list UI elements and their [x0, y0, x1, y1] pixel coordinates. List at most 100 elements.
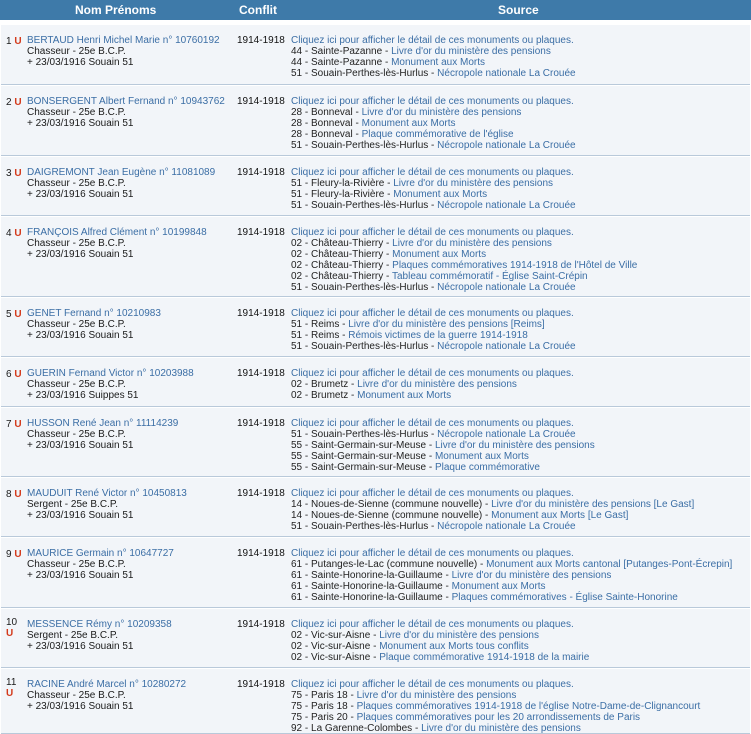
table-row: 9 U MAURICE Germain n° 10647727 Chasseur -…	[1, 537, 750, 608]
source-link[interactable]: Livre d'or du ministère des pensions	[379, 630, 539, 641]
source-link[interactable]: Livre d'or du ministère des pensions	[393, 178, 553, 189]
source-link[interactable]: Livre d'or du ministère des pensions	[357, 690, 517, 701]
details-link[interactable]: Cliquez ici pour afficher le détail de c…	[291, 227, 637, 238]
source-item: 55 - Saint-Germain-sur-Meuse - Monument …	[291, 451, 595, 462]
person-cell: FRANÇOIS Alfred Clément n° 10199848 Chass…	[27, 227, 207, 260]
badge-icon: U	[6, 628, 14, 639]
source-link[interactable]: Monument aux Morts	[435, 451, 529, 462]
source-item: 51 - Souain-Perthes-lès-Hurlus - Nécropo…	[291, 282, 637, 293]
source-item: 75 - Paris 20 - Plaques commémoratives p…	[291, 712, 700, 723]
person-name-link[interactable]: BONSERGENT Albert Fernand n° 10943762	[27, 96, 225, 107]
row-index: 11	[6, 677, 17, 688]
person-rank: Chasseur - 25e B.C.P.	[27, 46, 126, 57]
source-link[interactable]: Monument aux Morts	[392, 249, 486, 260]
source-link[interactable]: Plaque commémorative 1914-1918 de la mai…	[379, 652, 589, 663]
row-number: 6 U	[6, 369, 22, 380]
source-link[interactable]: Nécropole nationale La Crouée	[437, 68, 575, 79]
source-link[interactable]: Livre d'or du ministère des pensions	[391, 46, 551, 57]
source-link[interactable]: Monument aux Morts	[452, 581, 546, 592]
source-link[interactable]: Nécropole nationale La Crouée	[437, 341, 575, 352]
source-link[interactable]: Nécropole nationale La Crouée	[437, 282, 575, 293]
source-link[interactable]: Nécropole nationale La Crouée	[437, 521, 575, 532]
details-link[interactable]: Cliquez ici pour afficher le détail de c…	[291, 368, 574, 379]
source-link[interactable]: Plaques commémoratives - Église Sainte-H…	[452, 592, 678, 603]
source-link[interactable]: Plaques commémoratives 1914-1918 de l'ég…	[357, 701, 701, 712]
source-link[interactable]: Nécropole nationale La Crouée	[437, 200, 575, 211]
table-row: 5 U GENET Fernand n° 10210983 Chasseur - 2…	[1, 297, 750, 357]
source-link[interactable]: Livre d'or du ministère des pensions	[362, 107, 522, 118]
source-link[interactable]: Livre d'or du ministère des pensions	[357, 379, 517, 390]
person-name-link[interactable]: GENET Fernand n° 10210983	[27, 308, 161, 319]
source-link[interactable]: Monument aux Morts	[357, 390, 451, 401]
source-link[interactable]: Livre d'or du ministère des pensions	[392, 238, 552, 249]
person-name-link[interactable]: BERTAUD Henri Michel Marie n° 10760192	[27, 35, 220, 46]
details-link[interactable]: Cliquez ici pour afficher le détail de c…	[291, 35, 576, 46]
row-index: 1	[6, 36, 12, 47]
table-row: 7 U HUSSON René Jean n° 11114239 Chasseur …	[1, 407, 750, 477]
source-item: 51 - Fleury-la-Rivière - Monument aux Mo…	[291, 189, 576, 200]
row-number: 1 U	[6, 36, 22, 47]
source-place: 02 - Château-Thierry -	[291, 260, 393, 271]
person-name-link[interactable]: MESSENCE Rémy n° 10209358	[27, 619, 172, 630]
person-name-link[interactable]: DAIGREMONT Jean Eugène n° 11081089	[27, 167, 215, 178]
details-link[interactable]: Cliquez ici pour afficher le détail de c…	[291, 548, 732, 559]
source-link[interactable]: Monument aux Morts [Le Gast]	[491, 510, 628, 521]
source-place: 28 - Bonneval -	[291, 129, 362, 140]
details-link[interactable]: Cliquez ici pour afficher le détail de c…	[291, 418, 595, 429]
person-name-link[interactable]: RACINE André Marcel n° 10280272	[27, 679, 186, 690]
details-link[interactable]: Cliquez ici pour afficher le détail de c…	[291, 96, 576, 107]
row-number: 10 U	[6, 617, 17, 639]
source-link[interactable]: Monument aux Morts	[391, 57, 485, 68]
source-link[interactable]: Monument aux Morts tous conflits	[379, 641, 529, 652]
person-rank: Chasseur - 25e B.C.P.	[27, 379, 126, 390]
details-link[interactable]: Cliquez ici pour afficher le détail de c…	[291, 167, 576, 178]
source-link[interactable]: Livre d'or du ministère des pensions [Re…	[348, 319, 544, 330]
source-link[interactable]: Plaque commémorative	[435, 462, 540, 473]
header-conflict: Conflit	[239, 3, 277, 17]
person-cell: BERTAUD Henri Michel Marie n° 10760192 Ch…	[27, 35, 220, 68]
source-link[interactable]: Nécropole nationale La Crouée	[437, 140, 575, 151]
source-link[interactable]: Monument aux Morts	[393, 189, 487, 200]
source-link[interactable]: Livre d'or du ministère des pensions	[452, 570, 612, 581]
details-link[interactable]: Cliquez ici pour afficher le détail de c…	[291, 679, 700, 690]
source-link[interactable]: Monument aux Morts cantonal [Putanges-Po…	[486, 559, 732, 570]
person-name-link[interactable]: FRANÇOIS Alfred Clément n° 10199848	[27, 227, 207, 238]
source-link[interactable]: Monument aux Morts	[362, 118, 456, 129]
details-link[interactable]: Cliquez ici pour afficher le détail de c…	[291, 619, 589, 630]
source-link[interactable]: Tableau commémoratif - Église Saint-Crép…	[392, 271, 588, 282]
conflict-cell: 1914-1918	[237, 548, 285, 559]
source-link[interactable]: Nécropole nationale La Crouée	[437, 429, 575, 440]
source-item: 02 - Brumetz - Monument aux Morts	[291, 390, 574, 401]
person-name-link[interactable]: MAUDUIT René Victor n° 10450813	[27, 488, 187, 499]
table-row: 11 U RACINE André Marcel n° 10280272 Chasse…	[1, 668, 750, 734]
source-link[interactable]: Livre d'or du ministère des pensions	[421, 723, 581, 734]
badge-icon: U	[14, 97, 22, 108]
source-link[interactable]: Plaque commémorative de l'église	[362, 129, 514, 140]
person-name-link[interactable]: HUSSON René Jean n° 11114239	[27, 418, 178, 429]
person-rank: Chasseur - 25e B.C.P.	[27, 559, 126, 570]
source-link[interactable]: Rémois victimes de la guerre 1914-1918	[348, 330, 528, 341]
person-name-link[interactable]: GUERIN Fernand Victor n° 10203988	[27, 368, 194, 379]
source-link[interactable]: Livre d'or du ministère des pensions [Le…	[491, 499, 694, 510]
row-index: 10	[6, 617, 18, 628]
source-link[interactable]: Livre d'or du ministère des pensions	[435, 440, 595, 451]
source-link[interactable]: Plaques commémoratives pour les 20 arron…	[357, 712, 640, 723]
source-item: 02 - Château-Thierry - Monument aux Mort…	[291, 249, 637, 260]
source-link[interactable]: Plaques commémoratives 1914-1918 de l'Hô…	[392, 260, 637, 271]
row-index: 2	[6, 97, 12, 108]
source-place: 75 - Paris 20 -	[291, 712, 357, 723]
details-link[interactable]: Cliquez ici pour afficher le détail de c…	[291, 488, 694, 499]
source-item: 55 - Saint-Germain-sur-Meuse - Livre d'o…	[291, 440, 595, 451]
source-item: 51 - Souain-Perthes-lès-Hurlus - Nécropo…	[291, 341, 576, 352]
person-death: + 23/03/1916 Souain 51	[27, 440, 134, 451]
source-cell: Cliquez ici pour afficher le détail de c…	[291, 308, 576, 352]
source-cell: Cliquez ici pour afficher le détail de c…	[291, 368, 574, 401]
conflict-cell: 1914-1918	[237, 167, 285, 178]
source-item: 51 - Souain-Perthes-lès-Hurlus - Nécropo…	[291, 429, 595, 440]
person-death: + 23/03/1916 Souain 51	[27, 510, 134, 521]
source-place: 28 - Bonneval -	[291, 118, 362, 129]
details-link[interactable]: Cliquez ici pour afficher le détail de c…	[291, 308, 576, 319]
person-name-link[interactable]: MAURICE Germain n° 10647727	[27, 548, 174, 559]
person-rank: Sergent - 25e B.C.P.	[27, 499, 118, 510]
source-item: 61 - Putanges-le-Lac (commune nouvelle) …	[291, 559, 732, 570]
